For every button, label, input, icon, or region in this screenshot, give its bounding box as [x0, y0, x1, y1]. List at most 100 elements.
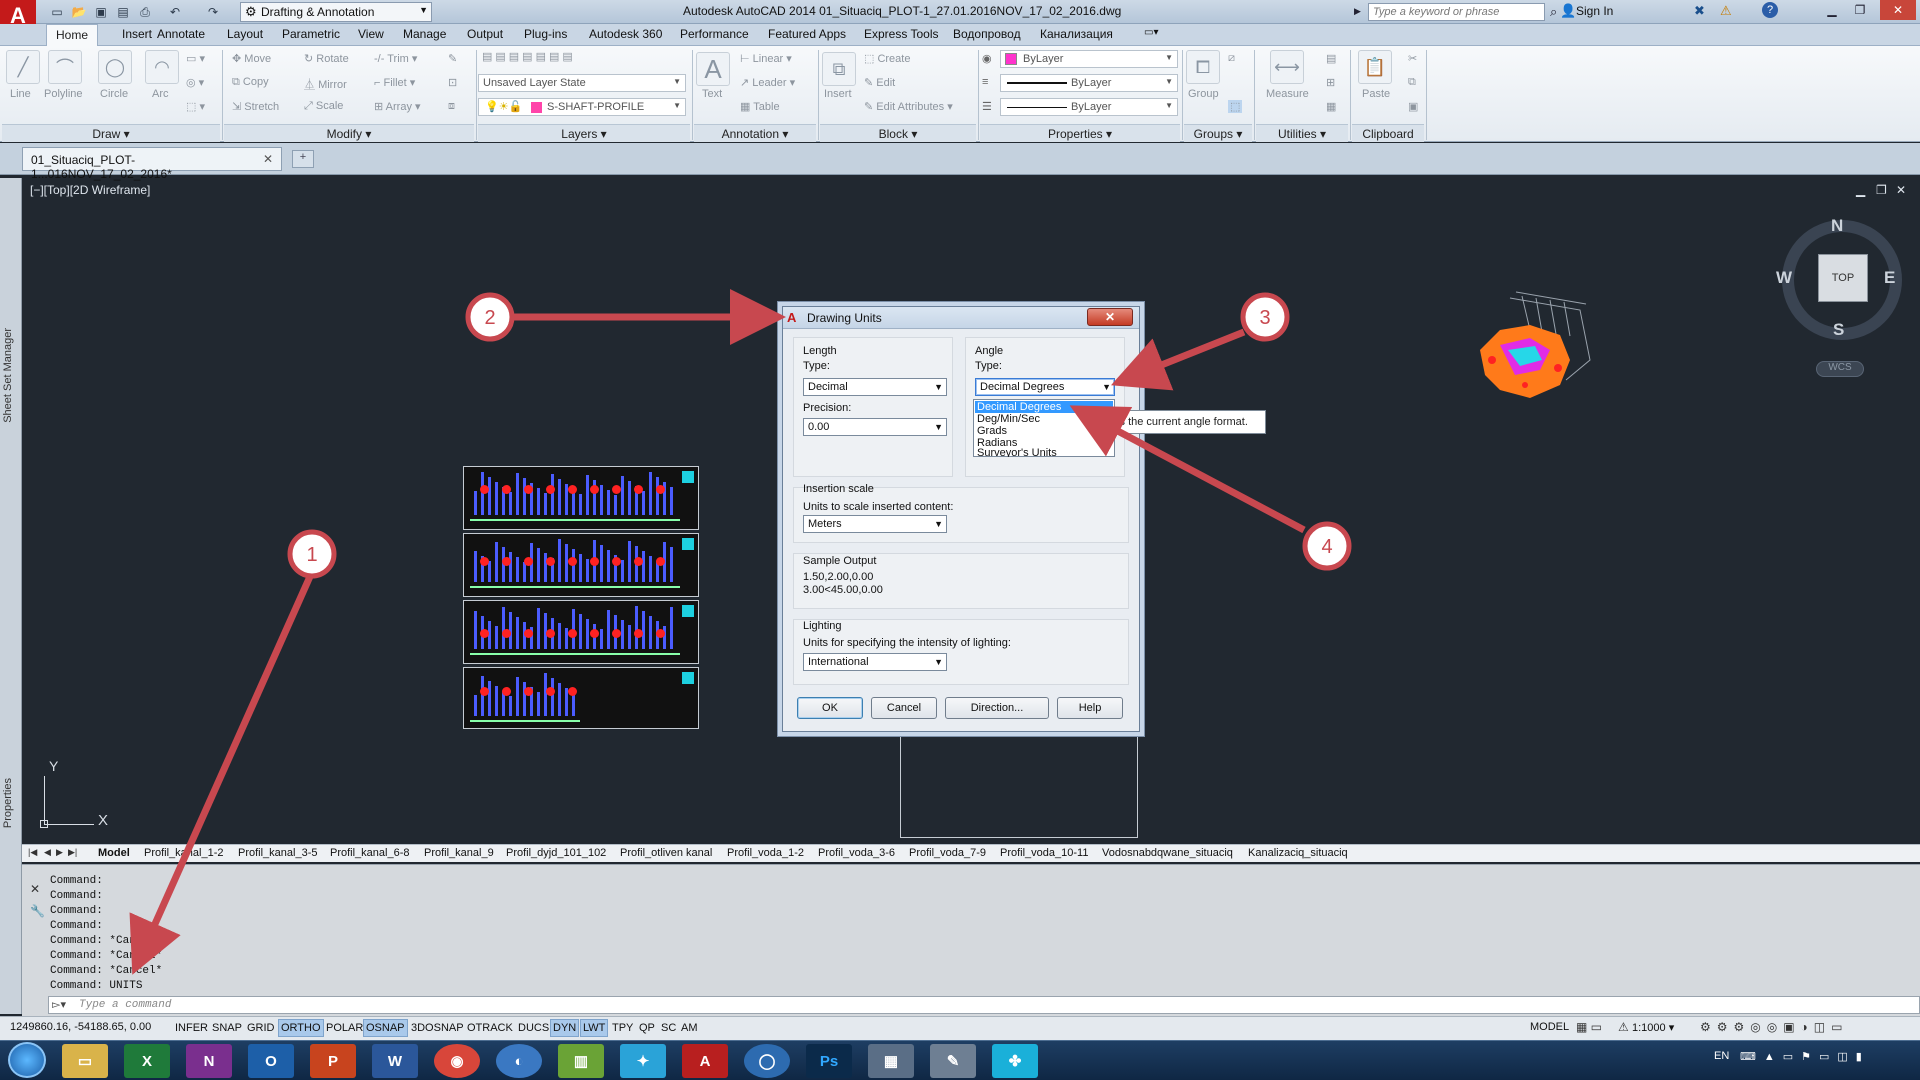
language-indicator[interactable]: EN	[1714, 1050, 1729, 1062]
restore-icon[interactable]: ❐	[1846, 0, 1874, 20]
id-point-icon[interactable]: ▦	[1326, 100, 1336, 113]
text-button[interactable]: Text	[702, 88, 722, 100]
status-osnap[interactable]: OSNAP	[363, 1019, 408, 1037]
layer-tools-icon[interactable]: ▤▤▤▤▤▤▤	[482, 50, 576, 63]
layout-tab-model[interactable]: Model	[98, 847, 130, 859]
status-ortho[interactable]: ORTHO	[278, 1019, 324, 1037]
paste-icon[interactable]: 📋	[1358, 50, 1392, 84]
powerpoint-icon[interactable]: P	[310, 1044, 356, 1078]
tab-performance[interactable]: Performance	[680, 27, 749, 41]
wcs-menu[interactable]: WCS	[1816, 361, 1864, 377]
command-input[interactable]: Type a command	[48, 996, 1920, 1014]
angle-option-decimal-degrees[interactable]: Decimal Degrees	[975, 401, 1113, 413]
tab-autodesk-360[interactable]: Autodesk 360	[589, 27, 662, 41]
clipboard-panel-title[interactable]: Clipboard	[1352, 124, 1424, 142]
annotation-panel-title[interactable]: Annotation ▾	[694, 124, 816, 142]
ungroup-icon[interactable]: ⧄	[1228, 52, 1235, 65]
status-sc[interactable]: SC	[658, 1019, 679, 1037]
save-icon[interactable]: ▣	[92, 3, 110, 21]
compass-east[interactable]: E	[1884, 268, 1895, 288]
exchange-icon[interactable]: ✖	[1694, 3, 1705, 19]
layout-tab[interactable]: Profil_otliven kanal	[620, 847, 712, 859]
ribbon-minimize-icon[interactable]: ▭▾	[1144, 27, 1158, 38]
measure-icon[interactable]: ⟷	[1270, 50, 1304, 84]
calculator-icon[interactable]: ▦	[868, 1044, 914, 1078]
linetype-dropdown[interactable]: ByLayer ▼	[1000, 98, 1178, 116]
angle-option-grads[interactable]: Grads	[975, 425, 1113, 437]
group-icon[interactable]: ⧠	[1186, 50, 1220, 84]
length-precision-select[interactable]: 0.00 ▼	[803, 418, 947, 436]
offset-icon[interactable]: ⧈	[448, 100, 455, 113]
search-input[interactable]: Type a keyword or phrase	[1368, 3, 1545, 21]
stretch-button[interactable]: ⇲ Stretch	[232, 100, 279, 113]
sign-in-button[interactable]: Sign In	[1576, 4, 1613, 18]
properties-palette-tab[interactable]: Properties	[2, 778, 14, 828]
open-file-icon[interactable]: 📂	[70, 3, 88, 21]
create-block-button[interactable]: ⬚ Create	[864, 52, 910, 65]
excel-icon[interactable]: X	[124, 1044, 170, 1078]
chevron-right-icon[interactable]: ▶	[1354, 6, 1361, 17]
status-grid[interactable]: GRID	[244, 1019, 278, 1037]
explode-icon[interactable]: ⊡	[448, 76, 457, 89]
next-layout-icon[interactable]: ▶	[56, 847, 63, 858]
angle-option-surveyors-units[interactable]: Surveyor's Units	[975, 448, 1113, 457]
quick-calc-icon[interactable]: ▤	[1326, 52, 1336, 65]
leader-button[interactable]: ↗ Leader ▾	[740, 76, 795, 89]
modify-panel-title[interactable]: Modify ▾	[224, 124, 474, 142]
subscription-icon[interactable]: ⚠	[1720, 3, 1732, 19]
cancel-button[interactable]: Cancel	[871, 697, 937, 719]
ok-button[interactable]: OK	[797, 697, 863, 719]
lighting-units-select[interactable]: International ▼	[803, 653, 947, 671]
last-layout-icon[interactable]: ▶|	[68, 847, 77, 858]
tab-express-tools[interactable]: Express Tools	[864, 27, 938, 41]
redo-icon[interactable]: ↷	[204, 3, 222, 21]
line-icon[interactable]: ╱	[6, 50, 40, 84]
workspace-selector[interactable]: ⚙ Drafting & Annotation ▼	[240, 2, 432, 22]
tab-kanalizaciya[interactable]: Канализация	[1040, 27, 1113, 41]
layout-tab[interactable]: Profil_kanal_6-8	[330, 847, 410, 859]
paste-special-icon[interactable]: ▣	[1408, 100, 1418, 113]
angle-option-deg-min-sec[interactable]: Deg/Min/Sec	[975, 413, 1113, 425]
compass-north[interactable]: N	[1831, 216, 1843, 236]
tab-annotate[interactable]: Annotate	[157, 27, 205, 41]
close-icon[interactable]: ✕	[30, 882, 40, 896]
status-snap[interactable]: SNAP	[209, 1019, 245, 1037]
status-otrack[interactable]: OTRACK	[464, 1019, 516, 1037]
tab-view[interactable]: View	[358, 27, 384, 41]
chrome-icon[interactable]: ◉	[434, 1044, 480, 1078]
group-selection-icon[interactable]: ⬚	[1228, 100, 1243, 113]
layout-tab[interactable]: Profil_voda_1-2	[727, 847, 804, 859]
close-icon[interactable]: ✕	[1880, 0, 1916, 20]
command-prompt-icon[interactable]: ▻▾	[52, 998, 66, 1011]
select-similar-icon[interactable]: ⊞	[1326, 76, 1335, 89]
word-icon[interactable]: W	[372, 1044, 418, 1078]
tab-home[interactable]: Home	[46, 24, 98, 47]
arc-icon[interactable]: ◠	[145, 50, 179, 84]
circle-icon[interactable]: ◯	[98, 50, 132, 84]
groups-panel-title[interactable]: Groups ▾	[1184, 124, 1252, 142]
status-3dosnap[interactable]: 3DOSNAP	[408, 1019, 467, 1037]
app-icon[interactable]: ✦	[620, 1044, 666, 1078]
layout-tab[interactable]: Profil_dyjd_101_102	[506, 847, 606, 859]
annotation-scale-dropdown[interactable]: 1:1000 ▾	[1632, 1021, 1674, 1034]
viewport-close-icon[interactable]: ✕	[1896, 183, 1906, 197]
group-button[interactable]: Group	[1188, 88, 1219, 100]
chat-icon[interactable]: ◯	[744, 1044, 790, 1078]
outlook-icon[interactable]: O	[248, 1044, 294, 1078]
coordinate-readout[interactable]: 1249860.16, -54188.65, 0.00	[10, 1021, 151, 1033]
app-icon[interactable]: ▥	[558, 1044, 604, 1078]
quick-view-icon[interactable]: ▦ ▭	[1576, 1020, 1602, 1034]
layout-tab[interactable]: Profil_kanal_9	[424, 847, 494, 859]
color-dropdown[interactable]: ByLayer ▼	[1000, 50, 1178, 68]
paint-icon[interactable]: ✎	[930, 1044, 976, 1078]
lineweight-dropdown[interactable]: ByLayer ▼	[1000, 74, 1178, 92]
array-button[interactable]: ⊞ Array ▾	[374, 100, 421, 113]
status-tray-icons[interactable]: ⚙⚙⚙◎◎▣◑◫▭	[1700, 1020, 1848, 1034]
layout-tab[interactable]: Profil_voda_10-11	[1000, 847, 1088, 859]
insert-button[interactable]: Insert	[824, 88, 852, 100]
match-properties-icon[interactable]: ◉	[982, 52, 992, 65]
utilities-panel-title[interactable]: Utilities ▾	[1256, 124, 1348, 142]
close-icon[interactable]: ✕	[263, 152, 273, 166]
tab-manage[interactable]: Manage	[403, 27, 446, 41]
file-explorer-icon[interactable]: ▭	[62, 1044, 108, 1078]
